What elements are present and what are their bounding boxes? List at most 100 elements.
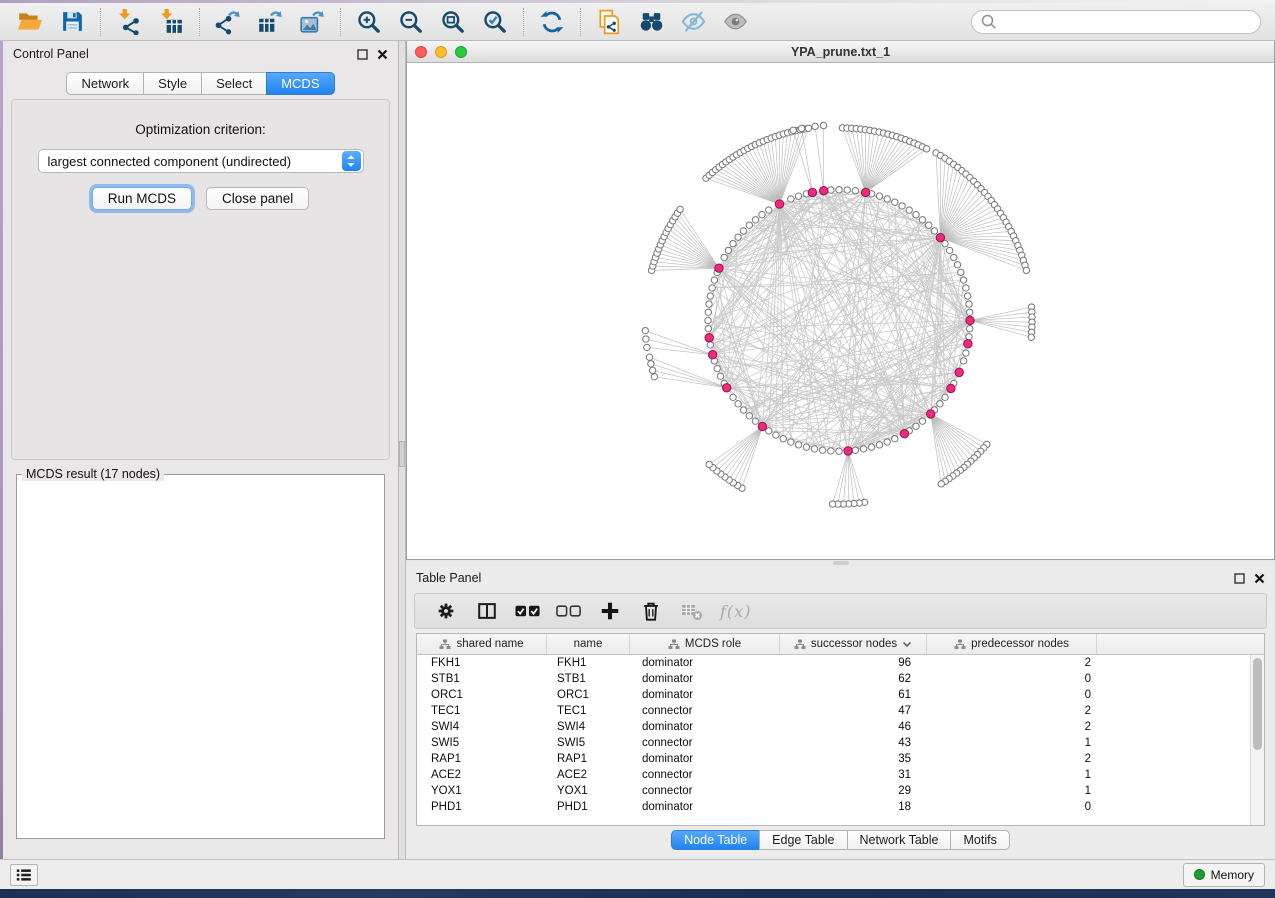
import-table-button[interactable] <box>151 6 191 38</box>
export-image-icon <box>299 9 325 35</box>
table-tab-network-table[interactable]: Network Table <box>847 830 952 850</box>
table-tab-node-table[interactable]: Node Table <box>671 830 760 850</box>
zoom-selected-button[interactable] <box>475 6 515 38</box>
import-network-button[interactable] <box>109 6 149 38</box>
toolbar-separator <box>100 8 101 36</box>
export-network-button[interactable] <box>208 6 248 38</box>
cell-MCDS-role: dominator <box>630 671 780 687</box>
column-label: shared name <box>456 638 523 650</box>
hide-selected-button[interactable] <box>673 6 713 38</box>
cell-successor-nodes: 43 <box>780 735 927 751</box>
table-panel-header: Table Panel <box>406 566 1275 590</box>
network-graph[interactable] <box>407 63 1274 559</box>
table-row[interactable]: STB1STB1dominator620 <box>417 671 1250 687</box>
split-table-button[interactable] <box>474 598 500 624</box>
column-settings-button[interactable] <box>433 598 459 624</box>
cell-shared-name: ACE2 <box>417 767 547 783</box>
memory-button[interactable]: Memory <box>1183 863 1265 887</box>
column-header-name[interactable]: name <box>547 634 630 654</box>
column-header-shared-name[interactable]: shared name <box>417 634 547 654</box>
zoom-out-button[interactable] <box>391 6 431 38</box>
maximize-window-icon[interactable] <box>455 46 467 58</box>
import-network-icon <box>116 9 142 35</box>
delete-table-button-disabled <box>679 598 705 624</box>
zoom-in-button[interactable] <box>349 6 389 38</box>
table-row[interactable]: SWI5SWI5connector431 <box>417 735 1250 751</box>
delete-rows-button[interactable] <box>638 598 664 624</box>
tab-network[interactable]: Network <box>66 72 144 95</box>
table-row[interactable]: RAP1RAP1dominator352 <box>417 751 1250 767</box>
open-file-button[interactable] <box>10 6 50 38</box>
cell-MCDS-role: connector <box>630 703 780 719</box>
column-label: name <box>574 638 603 650</box>
task-history-button[interactable] <box>10 864 38 886</box>
minimize-window-icon[interactable] <box>435 46 447 58</box>
export-table-button[interactable] <box>250 6 290 38</box>
table-panel: Table Panel <box>406 566 1275 859</box>
tab-select[interactable]: Select <box>201 72 267 95</box>
float-panel-icon[interactable] <box>1234 573 1245 584</box>
status-bar: Memory <box>0 859 1275 889</box>
zoom-fit-button[interactable] <box>433 6 473 38</box>
search-input[interactable] <box>1002 15 1252 29</box>
cell-successor-nodes: 31 <box>780 767 927 783</box>
network-window-titlebar[interactable]: YPA_prune.txt_1 <box>407 41 1274 63</box>
vertical-splitter[interactable] <box>399 41 406 859</box>
splitter-grip[interactable] <box>833 561 849 565</box>
app-window: Control Panel NetworkStyleSelectMCDS Opt… <box>0 0 1275 898</box>
tab-mcds[interactable]: MCDS <box>266 72 334 95</box>
column-label: predecessor nodes <box>971 638 1069 650</box>
dropdown-stepper-icon <box>342 151 361 171</box>
select-all-button[interactable] <box>515 598 541 624</box>
close-panel-icon[interactable] <box>1254 573 1265 584</box>
cell-predecessor-nodes: 1 <box>927 783 1097 799</box>
column-header-successor-nodes[interactable]: successor nodes <box>780 634 927 654</box>
clone-network-button[interactable] <box>589 6 629 38</box>
save-session-button[interactable] <box>52 6 92 38</box>
show-all-button[interactable] <box>715 6 755 38</box>
window-traffic-lights <box>415 46 467 58</box>
table-row[interactable]: TEC1TEC1connector472 <box>417 703 1250 719</box>
column-label: successor nodes <box>811 638 897 650</box>
optimization-dropdown[interactable]: largest connected component (undirected) <box>38 149 364 173</box>
desktop-edge-bottom <box>0 889 1275 898</box>
table-row[interactable]: ACE2ACE2connector311 <box>417 767 1250 783</box>
column-header-MCDS-role[interactable]: MCDS role <box>630 634 780 654</box>
table-row[interactable]: YOX1YOX1connector291 <box>417 783 1250 799</box>
column-header-predecessor-nodes[interactable]: predecessor nodes <box>927 634 1097 654</box>
export-image-button[interactable] <box>292 6 332 38</box>
toolbar-separator <box>340 8 341 36</box>
close-mcds-panel-button[interactable]: Close panel <box>206 187 309 210</box>
run-mcds-button[interactable]: Run MCDS <box>92 187 192 210</box>
cell-shared-name: STB1 <box>417 671 547 687</box>
cell-shared-name: ORC1 <box>417 687 547 703</box>
apply-layout-button[interactable] <box>532 6 572 38</box>
search-box[interactable] <box>971 10 1261 34</box>
zoom-selected-icon <box>482 9 508 35</box>
table-row[interactable]: ORC1ORC1dominator610 <box>417 687 1250 703</box>
close-panel-icon[interactable] <box>377 49 388 60</box>
search-binoculars-button[interactable] <box>631 6 671 38</box>
scrollbar-thumb[interactable] <box>1253 658 1262 750</box>
deselect-all-button[interactable] <box>556 598 582 624</box>
plus-icon <box>599 600 621 622</box>
network-canvas[interactable] <box>407 63 1274 559</box>
cell-name: SWI4 <box>547 719 630 735</box>
horizontal-splitter[interactable] <box>406 560 1275 566</box>
table-row[interactable]: FKH1FKH1dominator962 <box>417 655 1250 671</box>
table-row[interactable]: PHD1PHD1dominator180 <box>417 799 1250 815</box>
close-window-icon[interactable] <box>415 46 427 58</box>
splitter-grip[interactable] <box>399 441 405 467</box>
table-tab-motifs[interactable]: Motifs <box>950 830 1009 850</box>
table-scrollbar[interactable] <box>1250 655 1264 825</box>
cell-name: FKH1 <box>547 655 630 671</box>
table-tab-edge-table[interactable]: Edge Table <box>759 830 847 850</box>
tab-style[interactable]: Style <box>143 72 202 95</box>
table-row[interactable]: SWI4SWI4dominator462 <box>417 719 1250 735</box>
shared-column-icon <box>954 639 966 650</box>
refresh-icon <box>539 9 565 35</box>
float-panel-icon[interactable] <box>357 49 368 60</box>
function-builder-button-disabled: f(x) <box>720 602 751 621</box>
add-row-button[interactable] <box>597 598 623 624</box>
cell-MCDS-role: dominator <box>630 751 780 767</box>
